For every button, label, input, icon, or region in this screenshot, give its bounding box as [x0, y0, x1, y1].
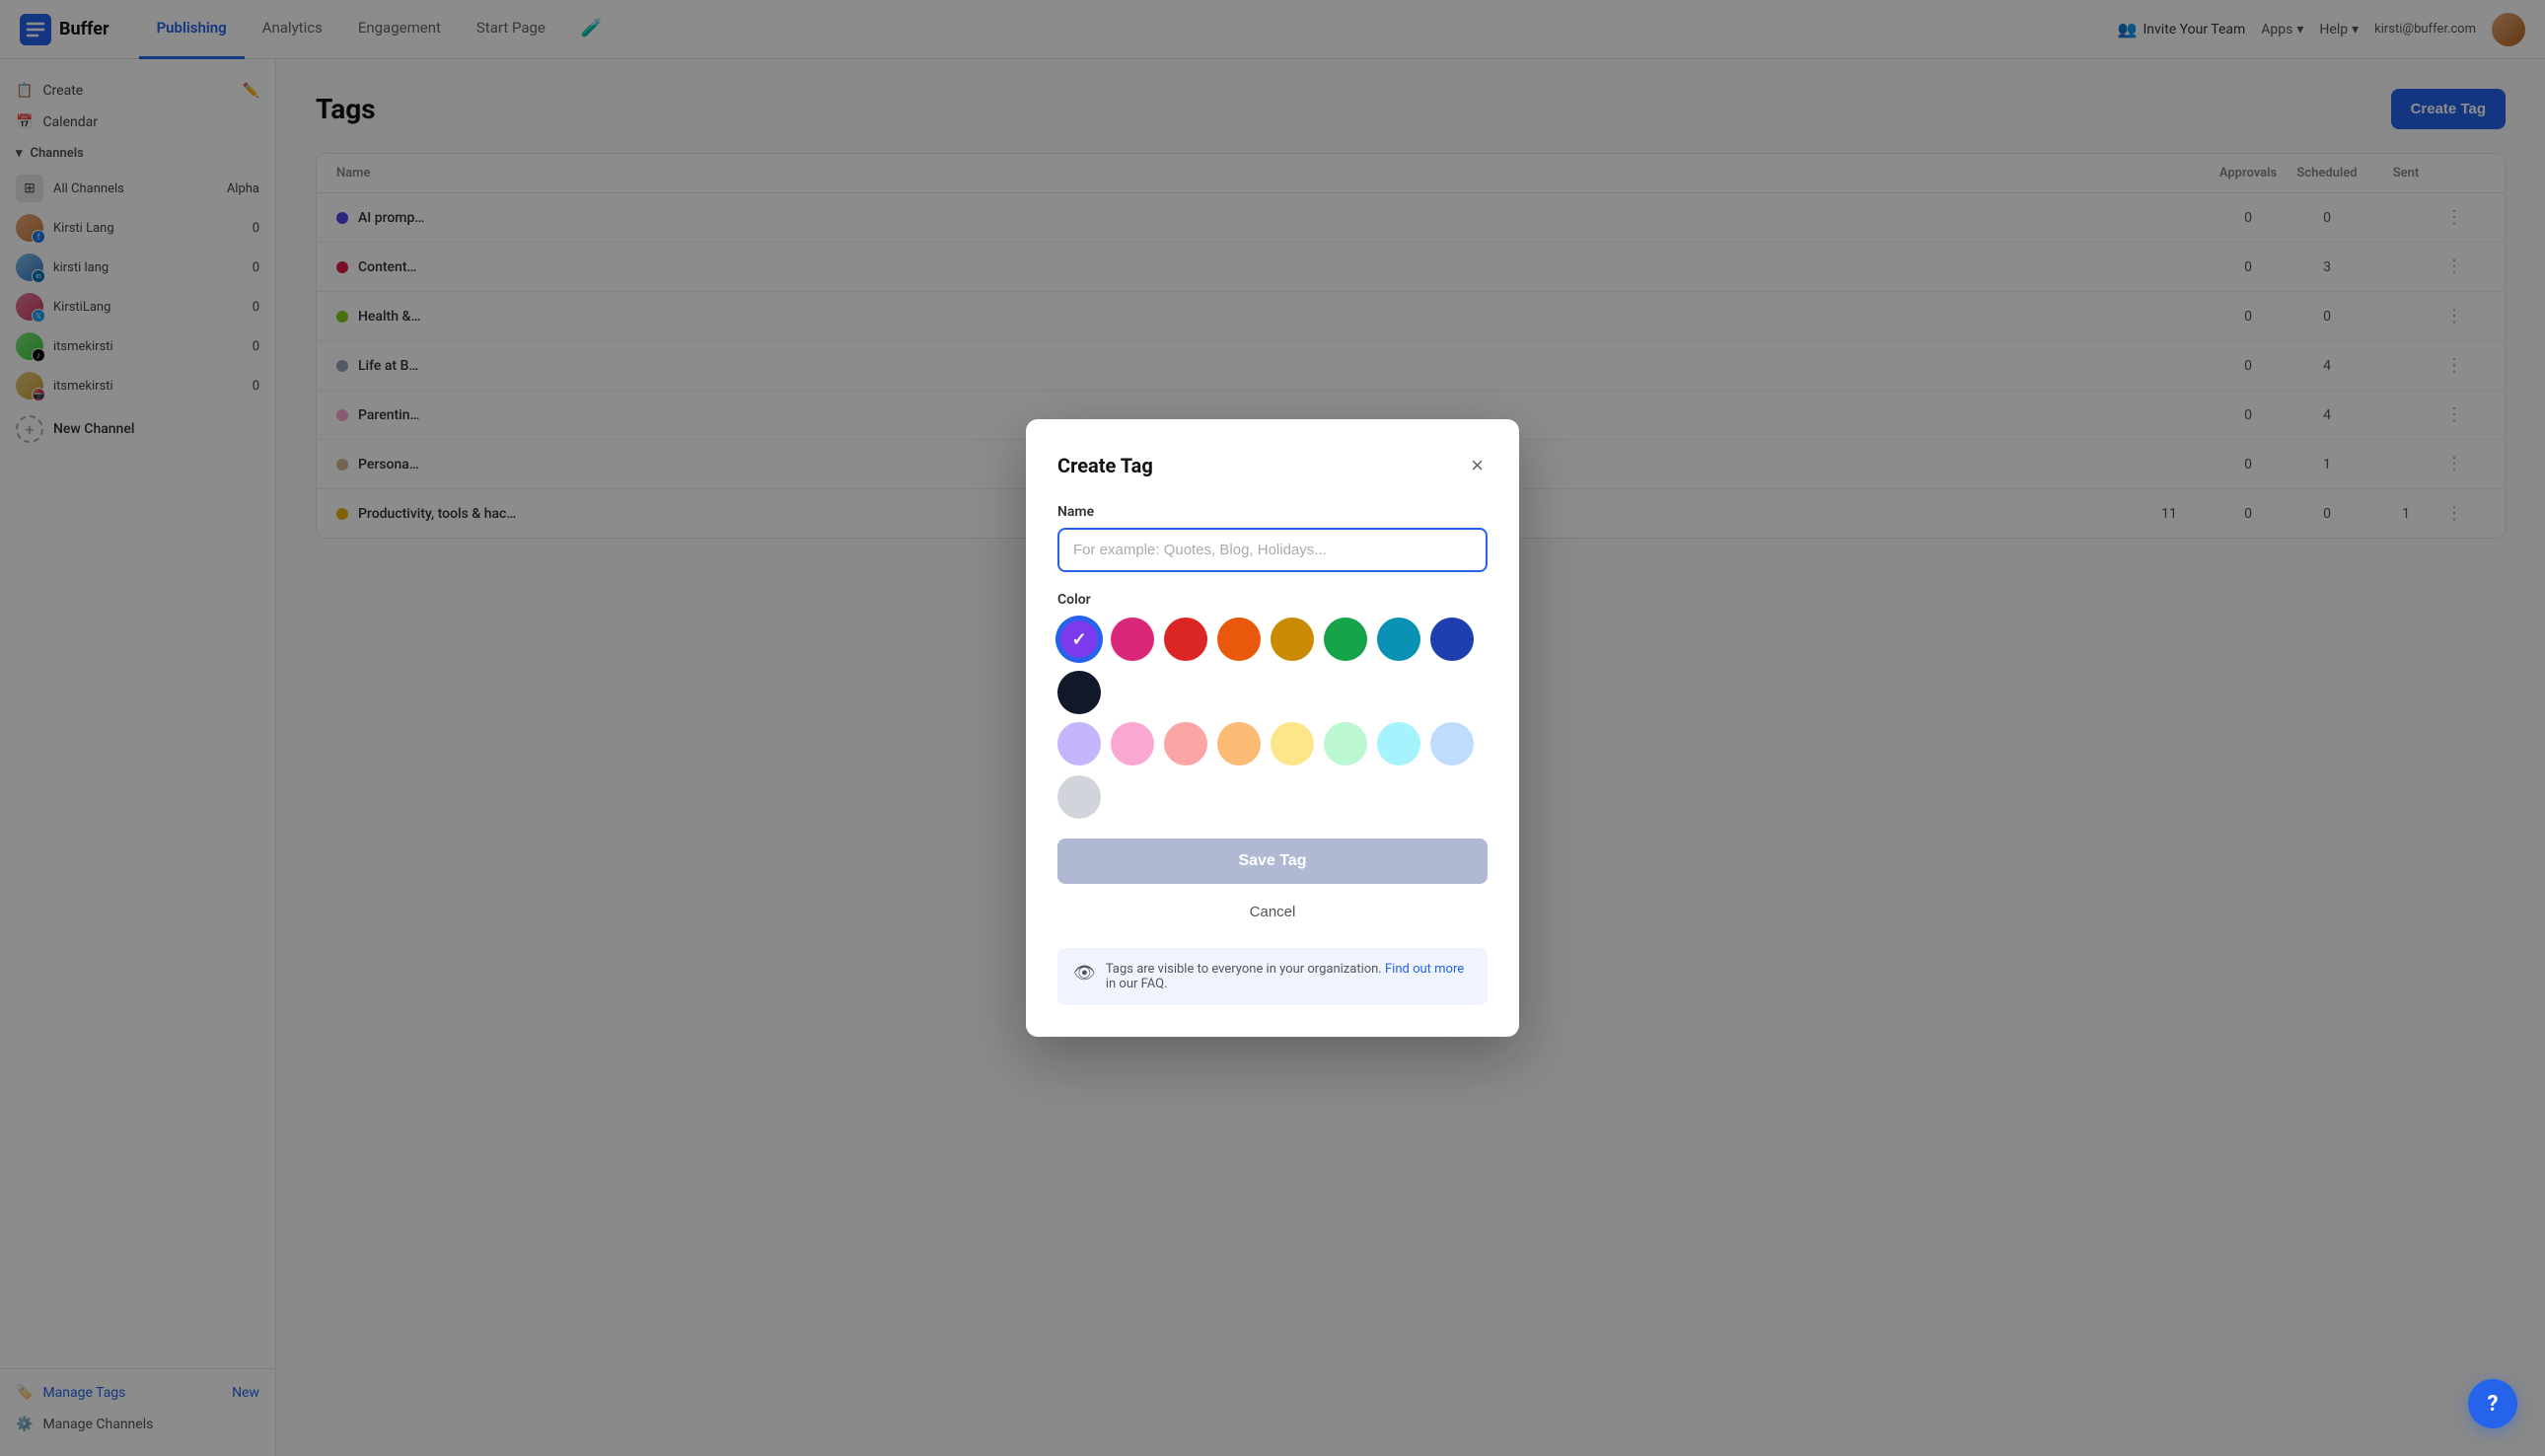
color-swatch-red[interactable]	[1164, 618, 1207, 661]
modal-header: Create Tag ×	[1057, 451, 1488, 480]
help-circle-button[interactable]: ?	[2468, 1379, 2517, 1428]
eye-icon: 👁	[1073, 963, 1096, 983]
color-swatch-purple[interactable]: ✓	[1057, 618, 1101, 661]
find-out-more-link[interactable]: Find out more	[1385, 962, 1464, 977]
cancel-button[interactable]: Cancel	[1057, 896, 1488, 928]
color-swatch-navy[interactable]	[1430, 618, 1474, 661]
color-swatch-light-gray[interactable]	[1057, 775, 1101, 819]
color-swatch-light-teal[interactable]	[1377, 722, 1420, 765]
color-swatch-light-blue[interactable]	[1430, 722, 1474, 765]
name-label: Name	[1057, 504, 1488, 520]
color-swatch-teal[interactable]	[1377, 618, 1420, 661]
color-swatch-light-orange[interactable]	[1217, 722, 1261, 765]
color-grid-row1: ✓	[1057, 618, 1488, 714]
color-swatch-green[interactable]	[1324, 618, 1367, 661]
color-swatch-pink-hot[interactable]	[1111, 618, 1154, 661]
create-tag-modal: Create Tag × Name Color ✓	[1026, 419, 1519, 1037]
info-text: Tags are visible to everyone in your org…	[1106, 962, 1382, 977]
info-suffix: in our FAQ.	[1106, 977, 1168, 991]
color-grid-row2	[1057, 722, 1488, 819]
color-swatch-light-yellow[interactable]	[1271, 722, 1314, 765]
color-swatch-light-pink[interactable]	[1111, 722, 1154, 765]
color-swatch-light-red[interactable]	[1164, 722, 1207, 765]
color-swatch-light-green[interactable]	[1324, 722, 1367, 765]
info-box: 👁 Tags are visible to everyone in your o…	[1057, 948, 1488, 1005]
save-tag-button[interactable]: Save Tag	[1057, 838, 1488, 884]
modal-title: Create Tag	[1057, 454, 1153, 477]
color-label: Color	[1057, 592, 1488, 608]
tag-name-input[interactable]	[1057, 528, 1488, 572]
modal-overlay[interactable]: Create Tag × Name Color ✓	[0, 0, 2545, 1456]
color-swatch-orange[interactable]	[1217, 618, 1261, 661]
check-icon: ✓	[1071, 629, 1086, 650]
color-swatch-light-purple[interactable]	[1057, 722, 1101, 765]
color-swatch-black[interactable]	[1057, 671, 1101, 714]
modal-close-button[interactable]: ×	[1467, 451, 1488, 480]
color-swatch-yellow[interactable]	[1271, 618, 1314, 661]
color-section: Color ✓	[1057, 592, 1488, 819]
